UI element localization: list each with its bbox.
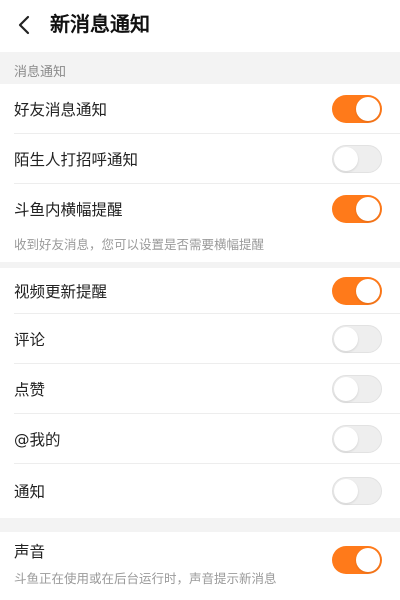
toggle-knob [356, 279, 380, 303]
toggle-knob [334, 147, 358, 171]
toggle-knob [334, 479, 358, 503]
toggle-knob [334, 377, 358, 401]
chevron-left-icon [18, 15, 30, 35]
toggle-knob [356, 97, 380, 121]
toggle-switch[interactable] [332, 277, 382, 305]
toggle-switch[interactable] [332, 375, 382, 403]
toggle-knob [356, 197, 380, 221]
toggle-switch[interactable] [332, 195, 382, 223]
toggle-switch[interactable] [332, 95, 382, 123]
setting-row-likes: 点赞 [0, 364, 400, 414]
setting-row-sound: 声音 斗鱼正在使用或在后台运行时，声音提示新消息 [0, 532, 400, 600]
setting-label: 视频更新提醒 [14, 283, 108, 301]
setting-label: @我的 [14, 431, 61, 449]
page-title: 新消息通知 [50, 12, 150, 36]
section-title: 消息通知 [14, 65, 67, 80]
setting-label: 斗鱼内横幅提醒 [14, 201, 123, 219]
setting-label: 点赞 [14, 381, 46, 399]
toggle-switch[interactable] [332, 425, 382, 453]
toggle-knob [356, 548, 380, 572]
toggle-switch[interactable] [332, 546, 382, 574]
setting-row-video-update: 视频更新提醒 [0, 268, 400, 314]
setting-hint: 斗鱼正在使用或在后台运行时，声音提示新消息 [14, 571, 277, 586]
setting-row-friend-message: 好友消息通知 [0, 84, 400, 134]
setting-label: 声音 [14, 543, 46, 561]
setting-row-comments: 评论 [0, 314, 400, 364]
toggle-switch[interactable] [332, 145, 382, 173]
back-button[interactable] [8, 8, 42, 42]
setting-label: 通知 [14, 483, 46, 501]
setting-label: 陌生人打招呼通知 [14, 151, 139, 169]
section-header: 消息通知 [0, 52, 400, 84]
section-divider [0, 518, 400, 532]
app-header: 新消息通知 [0, 0, 400, 52]
setting-row-notifications: 通知 [0, 464, 400, 518]
setting-row-banner-reminder: 斗鱼内横幅提醒 收到好友消息，您可以设置是否需要横幅提醒 [0, 184, 400, 262]
setting-row-stranger-greeting: 陌生人打招呼通知 [0, 134, 400, 184]
toggle-switch[interactable] [332, 477, 382, 505]
toggle-switch[interactable] [332, 325, 382, 353]
toggle-knob [334, 427, 358, 451]
toggle-knob [334, 327, 358, 351]
setting-label: 好友消息通知 [14, 101, 108, 119]
setting-row-mentions: @我的 [0, 414, 400, 464]
setting-label: 评论 [14, 331, 46, 349]
setting-hint: 收到好友消息，您可以设置是否需要横幅提醒 [14, 237, 265, 252]
